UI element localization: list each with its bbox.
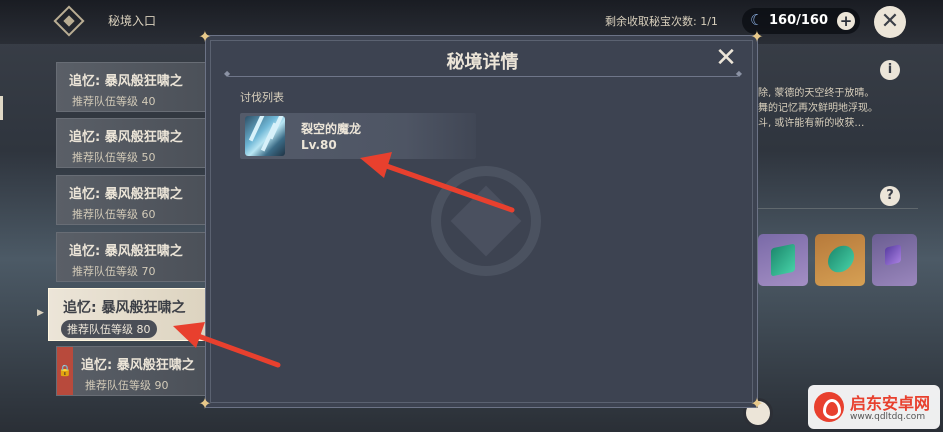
domain-list-item-locked[interactable]: 追忆: 暴风般狂啸之 推荐队伍等级 90 — [56, 346, 212, 396]
corner-ornament-icon: ✦ — [198, 27, 212, 46]
section-label: 讨伐列表 — [240, 91, 284, 104]
domain-level: 推荐队伍等级 50 — [72, 151, 156, 164]
domain-description-line: 除, 蒙德的天空终于放晴。 — [758, 88, 875, 99]
modal-close-button[interactable]: ✕ — [714, 45, 738, 71]
orb-icon — [828, 243, 854, 275]
domain-name: 追忆: 暴风般狂啸之 — [81, 358, 195, 373]
reward-item-green-crystal[interactable] — [758, 234, 808, 286]
watermark-url: www.qdltdq.com — [850, 412, 926, 422]
domain-level: 推荐队伍等级 70 — [72, 265, 156, 278]
domain-nav-icon — [53, 5, 85, 37]
enemy-level: Lv.80 — [301, 138, 337, 152]
lock-icon — [57, 347, 73, 395]
domain-description-line: 舞的记忆再次鲜明地浮现。 — [758, 103, 878, 114]
domain-list-item[interactable]: 追忆: 暴风般狂啸之 推荐队伍等级 50 — [56, 118, 212, 168]
domain-name: 追忆: 暴风般狂啸之 — [69, 130, 183, 145]
corner-ornament-icon: ✦ — [750, 27, 764, 46]
enemy-name: 裂空的魔龙 — [301, 122, 362, 136]
title-divider — [224, 69, 742, 78]
watermark: 启东安卓网 www.qdltdq.com — [808, 385, 940, 429]
add-resin-button[interactable]: + — [837, 12, 855, 30]
domain-description-line: 斗, 或许能有新的收获… — [758, 118, 865, 129]
domain-name: 追忆: 暴风般狂啸之 — [69, 244, 183, 259]
watermark-title: 启东安卓网 — [850, 394, 931, 413]
domain-list-item[interactable]: 追忆: 暴风般狂啸之 推荐队伍等级 40 — [56, 62, 212, 112]
domain-list-item[interactable]: 追忆: 暴风般狂啸之 推荐队伍等级 70 — [56, 232, 212, 282]
domain-list-item-selected[interactable]: 追忆: 暴风般狂啸之 推荐队伍等级 80 — [48, 288, 212, 341]
domain-level: 推荐队伍等级 90 — [85, 379, 169, 392]
selected-indicator-icon: ▶ — [37, 308, 44, 318]
domain-level: 推荐队伍等级 40 — [72, 95, 156, 108]
watermark-logo-icon — [814, 392, 844, 422]
domain-name: 追忆: 暴风般狂啸之 — [69, 187, 183, 202]
resin-value: 160/160 — [769, 13, 829, 28]
crystal-icon — [771, 243, 795, 277]
domain-list-item[interactable]: 追忆: 暴风般狂啸之 推荐队伍等级 60 — [56, 175, 212, 225]
corner-ornament-icon: ✦ — [750, 394, 764, 413]
domain-level: 推荐队伍等级 60 — [72, 208, 156, 221]
remaining-claims-label: 剩余收取秘宝次数: 1/1 — [605, 15, 718, 28]
domain-name: 追忆: 暴风般狂啸之 — [63, 300, 186, 316]
help-icon[interactable]: ? — [880, 186, 900, 206]
corner-ornament-icon: ✦ — [198, 394, 212, 413]
side-marker — [0, 96, 3, 120]
nav-title: 秘境入口 — [108, 14, 157, 28]
info-icon[interactable]: i — [880, 60, 900, 80]
domain-details-modal: 秘境详情 ✕ 讨伐列表 裂空的魔龙 Lv.80 — [205, 35, 758, 408]
domain-level: 推荐队伍等级 80 — [61, 320, 157, 338]
close-screen-button[interactable]: ✕ — [874, 6, 906, 38]
enemy-portrait-icon — [245, 116, 285, 156]
modal-title: 秘境详情 — [446, 52, 519, 73]
domain-name: 追忆: 暴风般狂啸之 — [69, 74, 183, 89]
purple-item-icon — [885, 244, 901, 266]
enemy-card[interactable]: 裂空的魔龙 Lv.80 — [240, 113, 476, 159]
reward-item-green-orb[interactable] — [815, 234, 865, 286]
reward-item-purple[interactable] — [872, 234, 917, 286]
panel-divider — [758, 208, 918, 209]
